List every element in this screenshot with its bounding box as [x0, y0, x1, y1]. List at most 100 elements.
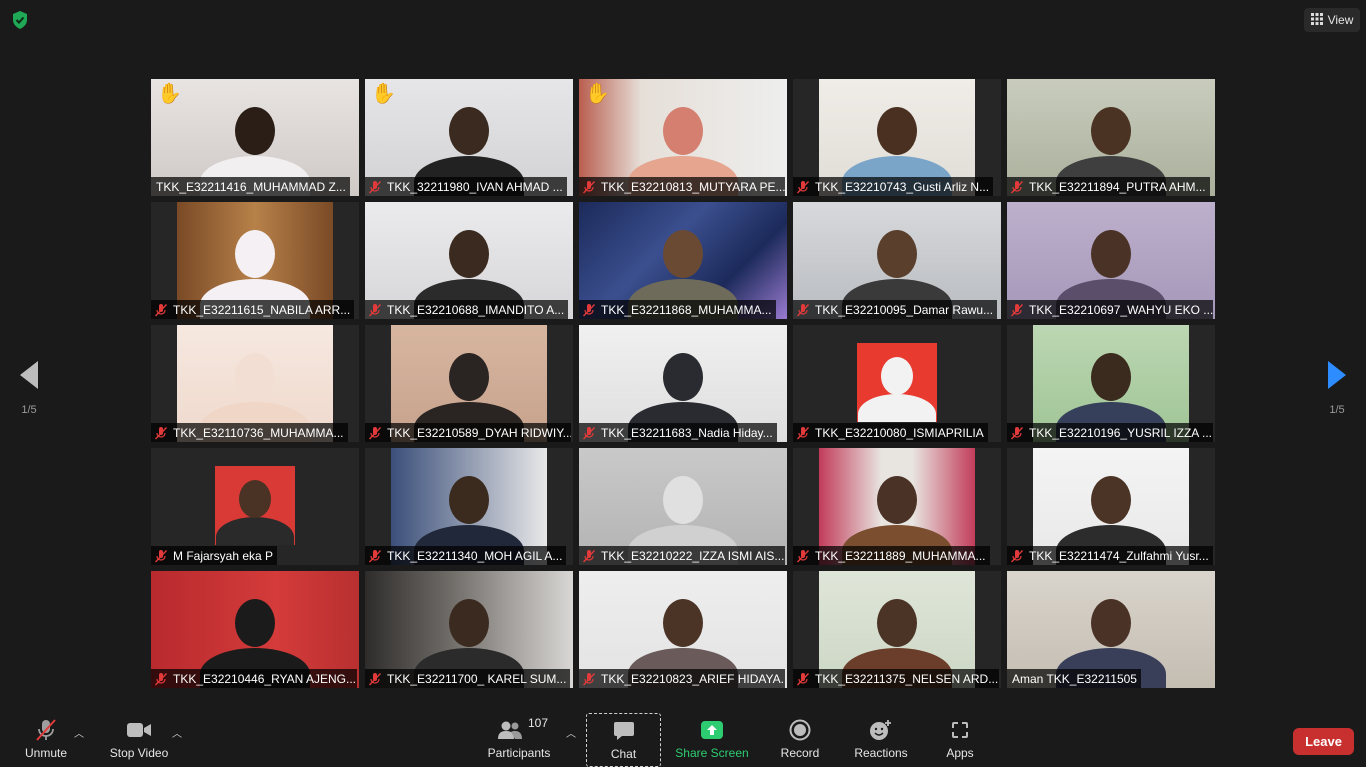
participant-name-label: TKK_E32210688_IMANDITO A... [365, 300, 569, 319]
participant-name: TKK_E32210688_IMANDITO A... [387, 302, 565, 317]
participant-tile[interactable]: TKK_E32210222_IZZA ISMI AIS... [579, 448, 787, 565]
stop-video-label: Stop Video [109, 746, 169, 760]
participant-name: TKK_E32210813_MUTYARA PE... [601, 179, 785, 194]
participant-tile[interactable]: TKK_E32211474_Zulfahmi Yusr... [1007, 448, 1215, 565]
participant-name: TKK_E32211340_MOH AGIL A... [387, 548, 563, 563]
participant-name: TKK_E32211700_ KAREL SUM... [387, 671, 567, 686]
muted-mic-icon [582, 426, 596, 439]
participant-tile[interactable]: TKK_E32210196_YUSRIL IZZA ... [1007, 325, 1215, 442]
participant-name: TKK_E32210095_Damar Rawu... [815, 302, 994, 317]
raised-hand-icon: ✋ [371, 83, 396, 105]
stop-video-button[interactable]: Stop Video [105, 713, 173, 765]
participant-name: TKK_E32210823_ARIEF HIDAYA... [601, 671, 785, 686]
muted-mic-icon [1010, 180, 1024, 193]
participant-name-label: TKK_E32211683_Nadia Hiday... [579, 423, 777, 442]
participant-name-label: TKK_E32210823_ARIEF HIDAYA... [579, 669, 785, 688]
muted-mic-icon [154, 672, 168, 685]
share-screen-icon [700, 718, 724, 742]
raised-hand-icon: ✋ [157, 83, 182, 105]
video-camera-icon [126, 718, 152, 742]
participant-video [215, 466, 295, 545]
participant-name: TKK_E32210222_IZZA ISMI AIS... [601, 548, 785, 563]
participant-tile[interactable]: TKK_E32211700_ KAREL SUM... [365, 571, 573, 688]
record-label: Record [780, 746, 820, 760]
muted-mic-icon [154, 426, 168, 439]
participant-name: TKK_E32211416_MUHAMMAD Z... [156, 179, 346, 194]
participant-tile[interactable]: TKK_E32210446_RYAN AJENG... [151, 571, 359, 688]
unmute-button[interactable]: Unmute [22, 713, 70, 765]
participant-tile[interactable]: TKK_E32211683_Nadia Hiday... [579, 325, 787, 442]
arrow-right-icon [1328, 360, 1346, 394]
muted-mic-icon [582, 303, 596, 316]
participants-options-caret[interactable]: ︿ [566, 725, 576, 740]
participant-name: TKK_E32210697_WAHYU EKO ... [1029, 302, 1213, 317]
muted-mic-icon [368, 303, 382, 316]
participant-name-label: TKK_E32211868_MUHAMMA... [579, 300, 776, 319]
leave-button[interactable]: Leave [1293, 728, 1354, 755]
participant-tile[interactable]: TKK_E32211894_PUTRA AHM... [1007, 79, 1215, 196]
participant-tile[interactable]: TKK_E32211889_MUHAMMA... [793, 448, 1001, 565]
participant-tile[interactable]: TKK_E32211340_MOH AGIL A... [365, 448, 573, 565]
view-button[interactable]: View [1304, 8, 1360, 32]
security-shield-icon[interactable] [9, 9, 31, 31]
participant-name: TKK_E32210446_RYAN AJENG... [173, 671, 356, 686]
participant-name-label: TKK_E32210196_YUSRIL IZZA ... [1007, 423, 1213, 442]
participant-tile[interactable]: TKK_E32211375_NELSEN ARD... [793, 571, 1001, 688]
participant-video [857, 343, 937, 422]
record-button[interactable]: Record [777, 713, 823, 765]
muted-mic-icon [1010, 549, 1024, 562]
next-page-button[interactable]: 1/5 [1308, 343, 1366, 433]
audio-options-caret[interactable]: ︿ [74, 725, 84, 740]
video-options-caret[interactable]: ︿ [172, 725, 182, 740]
participant-tile[interactable]: TKK_E32211615_NABILA ARR... [151, 202, 359, 319]
participant-name-label: TKK_E32211416_MUHAMMAD Z... [151, 177, 350, 196]
participant-name: TKK_E32211375_NELSEN ARD... [815, 671, 999, 686]
muted-mic-icon [796, 303, 810, 316]
participant-name-label: M Fajarsyah eka P [151, 546, 278, 565]
participant-tile[interactable]: TKK_E32210823_ARIEF HIDAYA... [579, 571, 787, 688]
participant-tile[interactable]: TKK_E32210688_IMANDITO A... [365, 202, 573, 319]
muted-mic-icon [1010, 426, 1024, 439]
participant-tile[interactable]: TKK_E32110736_MUHAMMA... [151, 325, 359, 442]
muted-mic-icon [368, 180, 382, 193]
apps-button[interactable]: Apps [940, 713, 980, 765]
apps-label: Apps [946, 746, 974, 760]
participant-tile[interactable]: Aman TKK_E32211505 [1007, 571, 1215, 688]
participant-name: TKK_E32211474_Zulfahmi Yusr... [1029, 548, 1209, 563]
participant-tile[interactable]: TKK_E32210743_Gusti Arliz N... [793, 79, 1001, 196]
participant-name-label: TKK_E32210222_IZZA ISMI AIS... [579, 546, 785, 565]
chat-label: Chat [610, 747, 637, 761]
arrow-left-icon [20, 360, 38, 394]
prev-page-button[interactable]: 1/5 [0, 343, 58, 433]
participant-name-label: TKK_E32210743_Gusti Arliz N... [793, 177, 994, 196]
chat-button[interactable]: Chat [586, 713, 661, 767]
participants-label: Participants [487, 746, 551, 760]
participant-tile[interactable]: TKK_E32210080_ISMIAPRILIA [793, 325, 1001, 442]
participant-tile[interactable]: TKK_E32210589_DYAH RIDWIY... [365, 325, 573, 442]
participants-count: 107 [528, 716, 549, 730]
participant-tile[interactable]: ✋ TKK_32211980_IVAN AHMAD ... [365, 79, 573, 196]
participant-name-label: TKK_E32210095_Damar Rawu... [793, 300, 998, 319]
participant-tile[interactable]: TKK_E32211868_MUHAMMA... [579, 202, 787, 319]
participant-tile[interactable]: TKK_E32210697_WAHYU EKO ... [1007, 202, 1215, 319]
share-screen-button[interactable]: Share Screen [674, 713, 750, 765]
participant-name: M Fajarsyah eka P [173, 548, 274, 563]
participant-tile[interactable]: ✋ TKK_E32211416_MUHAMMAD Z... [151, 79, 359, 196]
muted-mic-icon [796, 180, 810, 193]
participant-name: TKK_E32211868_MUHAMMA... [601, 302, 772, 317]
participant-name: TKK_E32211615_NABILA ARR... [173, 302, 351, 317]
participants-button[interactable]: 107 Participants [486, 713, 552, 765]
video-grid: ✋ TKK_E32211416_MUHAMMAD Z... ✋ TKK_3221198… [151, 79, 1219, 688]
reactions-button[interactable]: Reactions [852, 713, 910, 765]
participant-name-label: TKK_E32210697_WAHYU EKO ... [1007, 300, 1213, 319]
participant-name-label: TKK_E32210813_MUTYARA PE... [579, 177, 785, 196]
participant-name-label: TKK_E32211340_MOH AGIL A... [365, 546, 567, 565]
participant-name-label: TKK_E32211700_ KAREL SUM... [365, 669, 571, 688]
muted-microphone-icon [35, 718, 57, 742]
muted-mic-icon [582, 180, 596, 193]
participant-tile[interactable]: ✋ TKK_E32210813_MUTYARA PE... [579, 79, 787, 196]
participant-tile[interactable]: M Fajarsyah eka P [151, 448, 359, 565]
next-page-indicator: 1/5 [1329, 403, 1345, 416]
unmute-label: Unmute [24, 746, 68, 760]
participant-tile[interactable]: TKK_E32210095_Damar Rawu... [793, 202, 1001, 319]
